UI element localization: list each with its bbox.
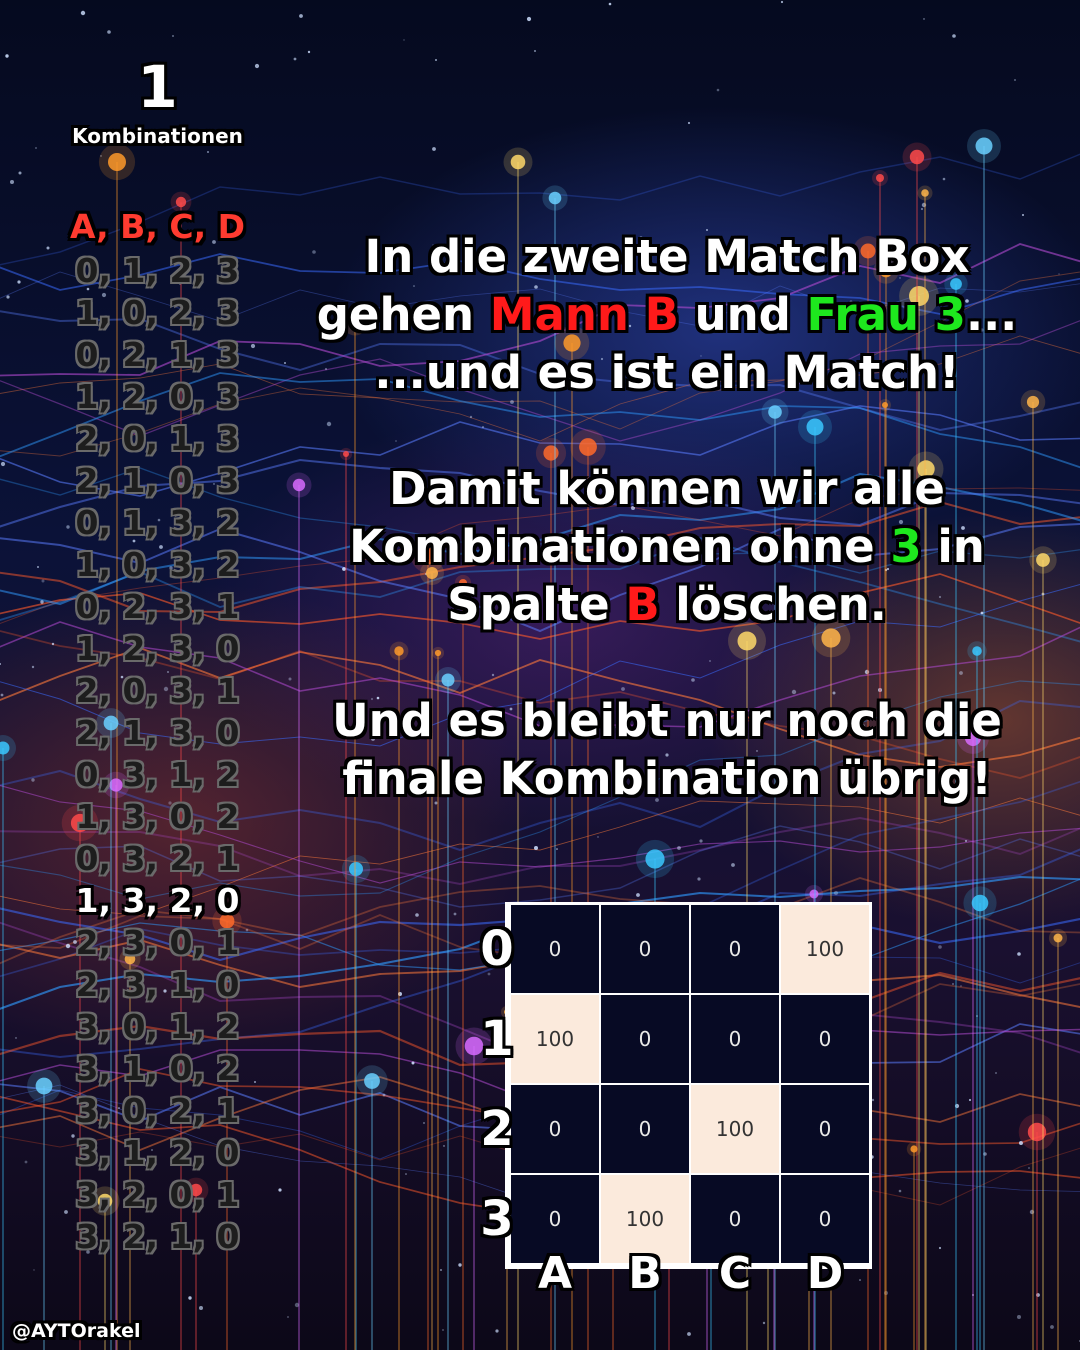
combination-eliminated: 1, 2, 0, 3: [75, 377, 240, 416]
combination-eliminated: 3, 1, 0, 2: [75, 1049, 240, 1088]
combination-eliminated: 0, 2, 1, 3: [75, 335, 240, 374]
matrix-cell: 0: [601, 995, 689, 1083]
matrix-column-label: C: [718, 1248, 752, 1299]
combination-eliminated: 1, 3, 0, 2: [75, 797, 240, 836]
message-line: In die zweite Match Box: [364, 230, 970, 283]
message-line: finale Kombination übrig!: [342, 752, 992, 805]
combination-eliminated: 0, 3, 1, 2: [75, 755, 240, 794]
matrix-cell: 0: [601, 905, 689, 993]
combination-eliminated: 2, 0, 3, 1: [75, 671, 240, 710]
woman-3-highlight: 3: [890, 520, 922, 573]
matrix-cell: 0: [691, 995, 779, 1083]
combination-eliminated: 1, 0, 2, 3: [75, 293, 240, 332]
combination-eliminated: 2, 3, 0, 1: [75, 923, 240, 962]
matrix-row-label: 1: [480, 1011, 514, 1067]
combination-eliminated: 3, 0, 1, 2: [75, 1007, 240, 1046]
matrix-cell: 100: [781, 905, 869, 993]
combination-eliminated: 0, 3, 2, 1: [75, 839, 240, 878]
message-line: Und es bleibt nur noch die: [332, 694, 1002, 747]
combination-eliminated: 3, 2, 0, 1: [75, 1175, 240, 1214]
column-b-highlight: B: [625, 578, 660, 631]
combination-list: 0, 1, 2, 3 1, 0, 2, 3 0, 2, 1, 3 1, 2, 0, 3…: [0, 250, 315, 1258]
message-line: gehen Mann B und Frau 3...: [316, 288, 1018, 341]
combination-remaining: 1, 3, 2, 0: [75, 881, 240, 920]
matrix-row-label: 2: [480, 1101, 514, 1157]
combination-eliminated: 3, 1, 2, 0: [75, 1133, 240, 1172]
message-line: Kombinationen ohne 3 in: [349, 520, 985, 573]
combination-eliminated: 0, 1, 2, 3: [75, 251, 240, 290]
matrix-cell: 0: [781, 995, 869, 1083]
matrix-cell: 100: [691, 1085, 779, 1173]
matrix-cell: 0: [691, 905, 779, 993]
combination-eliminated: 0, 1, 3, 2: [75, 503, 240, 542]
combination-eliminated: 1, 0, 3, 2: [75, 545, 240, 584]
matrix-cell: 0: [601, 1085, 689, 1173]
combination-eliminated: 2, 1, 0, 3: [75, 461, 240, 500]
combination-count: 1: [137, 53, 178, 121]
message-line: ...und es ist ein Match!: [374, 346, 960, 399]
combination-eliminated: 2, 0, 1, 3: [75, 419, 240, 458]
matrix-row-label: 0: [480, 921, 514, 977]
woman-3-highlight: Frau 3: [806, 288, 966, 341]
combination-eliminated: 2, 3, 1, 0: [75, 965, 240, 1004]
message-line: Spalte B löschen.: [447, 578, 887, 631]
combination-eliminated: 2, 1, 3, 0: [75, 713, 240, 752]
matrix-cell: 0: [781, 1085, 869, 1173]
combination-column-header: A, B, C, D: [70, 207, 245, 246]
combination-eliminated: 3, 0, 2, 1: [75, 1091, 240, 1130]
probability-matrix: 0 0 0 100 100 0 0 0 0 0 100 0 0 100 0 0: [505, 902, 872, 1269]
matrix-column-label: B: [628, 1248, 662, 1299]
combination-eliminated: 3, 2, 1, 0: [75, 1217, 240, 1256]
combination-eliminated: 1, 2, 3, 0: [75, 629, 240, 668]
combination-eliminated: 0, 2, 3, 1: [75, 587, 240, 626]
author-handle: @AYTOrakel: [12, 1320, 141, 1342]
matrix-column-label: D: [806, 1248, 844, 1299]
combination-count-label: Kombinationen: [72, 124, 243, 148]
matrix-row-label: 3: [480, 1191, 514, 1247]
man-b-highlight: Mann B: [489, 288, 679, 341]
message-text: In die zweite Match Box gehen Mann B und…: [282, 228, 1052, 808]
message-line: Damit können wir alle: [389, 462, 945, 515]
matrix-column-label: A: [537, 1248, 573, 1299]
